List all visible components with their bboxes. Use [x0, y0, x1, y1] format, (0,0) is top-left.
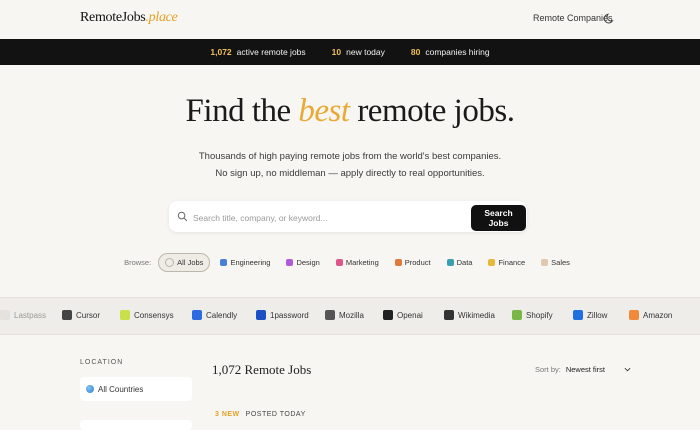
search-jobs-button[interactable]: Search Jobs — [471, 205, 526, 231]
company-logo-lastpass[interactable]: Lastpass — [0, 310, 46, 320]
stat-active-jobs: 1,072 active remote jobs — [210, 47, 306, 57]
search-icon — [177, 211, 188, 222]
company-name: Calendly — [206, 310, 238, 320]
company-logos-strip: Lastpass Cursor Consensys Calendly 1password… — [0, 297, 700, 335]
chevron-down-icon — [624, 367, 631, 372]
logo-main: RemoteJobs — [80, 10, 146, 25]
company-name: 1password — [270, 310, 309, 320]
company-logo-mozilla[interactable]: Mozilla — [325, 310, 364, 320]
logo-accent: .place — [145, 10, 178, 25]
globe-icon — [86, 385, 94, 393]
category-icon — [541, 259, 549, 266]
company-name: Shopify — [526, 310, 553, 320]
category-chip-data[interactable]: Data — [441, 254, 479, 271]
company-logo-zillow[interactable]: Zillow — [573, 310, 607, 320]
company-name: Zillow — [587, 310, 608, 320]
category-icon — [488, 259, 496, 266]
category-label: Design — [296, 258, 320, 267]
company-logo-consensys[interactable]: Consensys — [120, 310, 174, 320]
category-chip-all-jobs[interactable]: All Jobs — [158, 253, 211, 272]
category-chip-marketing[interactable]: Marketing — [330, 254, 385, 271]
company-logo-openai[interactable]: Openai — [383, 310, 423, 320]
company-icon — [573, 310, 583, 320]
category-label: Marketing — [345, 258, 379, 267]
sort-value: Newest first — [565, 365, 606, 374]
company-icon — [629, 310, 639, 320]
company-logo-calendly[interactable]: Calendly — [192, 310, 237, 320]
company-logo-shopify[interactable]: Shopify — [512, 310, 553, 320]
company-name: Openai — [397, 310, 423, 320]
category-chip-design[interactable]: Design — [280, 254, 325, 271]
category-chip-engineering[interactable]: Engineering — [214, 254, 276, 271]
category-icon — [286, 259, 294, 266]
location-option[interactable] — [80, 420, 192, 430]
company-icon — [62, 310, 72, 320]
company-name: Amazon — [643, 310, 673, 320]
company-icon — [383, 310, 393, 320]
location-filter-label: LOCATION — [80, 359, 124, 366]
browse-label: Browse: — [124, 258, 152, 267]
company-icon — [512, 310, 522, 320]
category-icon — [394, 259, 402, 266]
category-label: Data — [456, 258, 473, 267]
company-name: Consensys — [134, 310, 174, 320]
category-chip-product[interactable]: Product — [389, 254, 437, 271]
hero-title-accent: best — [298, 93, 350, 129]
company-logo-1password[interactable]: 1password — [256, 310, 309, 320]
new-badge: 3 NEW — [215, 411, 240, 418]
sort-control[interactable]: Sort by: Newest first — [535, 365, 631, 374]
browse-categories: Browse: All Jobs Engineering Design Marketi… — [0, 253, 700, 272]
category-icon — [335, 259, 343, 266]
company-icon — [256, 310, 266, 320]
category-chip-finance[interactable]: Finance — [482, 254, 531, 271]
stat-companies-hiring: 80 companies hiring — [410, 47, 490, 57]
posted-today-label: POSTED TODAY — [245, 411, 306, 418]
location-option-all-countries[interactable]: All Countries — [80, 377, 192, 401]
category-label: Engineering — [230, 258, 271, 267]
stats-ticker: 1,072 active remote jobs 10 new today 80 co… — [0, 39, 700, 65]
company-icon — [444, 310, 454, 320]
hero-subtitle: Thousands of high paying remote jobs fro… — [198, 151, 502, 179]
company-icon — [325, 310, 335, 320]
moon-icon[interactable] — [604, 12, 616, 24]
category-label: Finance — [498, 258, 526, 267]
company-name: Cursor — [76, 310, 101, 320]
remote-companies-link[interactable]: Remote Companies — [533, 13, 613, 23]
posted-today-header: 3 NEW POSTED TODAY — [215, 411, 306, 418]
category-icon — [220, 259, 228, 266]
stat-new-today: 10 new today — [331, 47, 385, 57]
company-icon — [120, 310, 130, 320]
top-nav: RemoteJobs.place Remote Companies — [0, 0, 700, 38]
category-icon — [446, 259, 454, 266]
search-input[interactable] — [191, 207, 465, 228]
company-name: Wikimedia — [458, 310, 495, 320]
company-name: Lastpass — [14, 310, 47, 320]
company-icon — [192, 310, 202, 320]
site-logo[interactable]: RemoteJobs.place — [80, 10, 178, 26]
company-logo-amazon[interactable]: Amazon — [629, 310, 672, 320]
company-logo-wikimedia[interactable]: Wikimedia — [444, 310, 495, 320]
company-logo-cursor[interactable]: Cursor — [62, 310, 100, 320]
category-label: Sales — [551, 258, 570, 267]
category-label: Product — [404, 258, 431, 267]
category-chip-sales[interactable]: Sales — [535, 254, 576, 271]
category-label: All Jobs — [177, 258, 204, 267]
hero-title: Find the best remote jobs. — [185, 93, 515, 129]
category-icon — [165, 258, 175, 267]
company-name: Mozilla — [339, 310, 364, 320]
jobs-count-heading: 1,072 Remote Jobs — [212, 362, 312, 377]
sort-label: Sort by: — [535, 365, 561, 374]
company-icon — [0, 310, 10, 320]
